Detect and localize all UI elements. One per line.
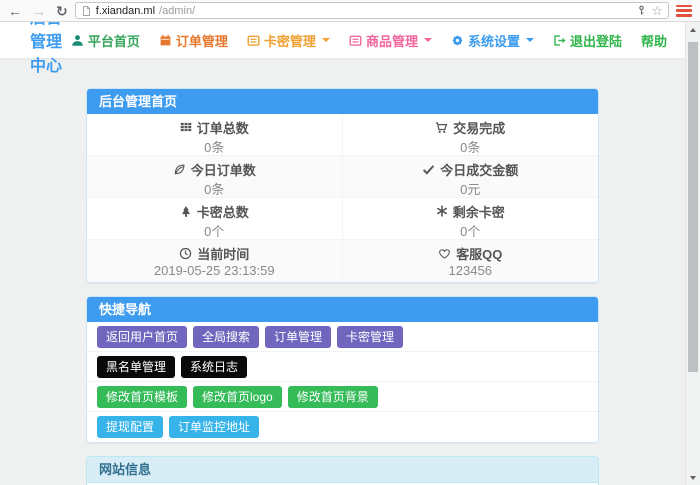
sign-out-icon <box>553 34 566 47</box>
quick-nav-panel-title: 快捷导航 <box>87 297 598 322</box>
url-path: /admin/ <box>159 5 195 17</box>
reload-icon[interactable]: ↻ <box>53 4 71 18</box>
chevron-down-icon <box>424 38 432 42</box>
stat-today-amount: 今日成交金额 0元 <box>343 156 599 198</box>
heart-icon <box>438 247 451 260</box>
stat-service-qq: 客服QQ 123456 <box>343 240 599 282</box>
chevron-down-icon <box>322 38 330 42</box>
brand-title: 后台管理中心 <box>30 22 71 76</box>
stat-current-time: 当前时间 2019-05-25 23:13:59 <box>87 240 343 282</box>
nav-item-platform-home[interactable]: 平台首页 <box>71 31 140 50</box>
forward-icon[interactable]: → <box>29 4 49 18</box>
card-management-button[interactable]: 卡密管理 <box>337 326 403 348</box>
site-info-panel: 网站信息 <box>86 456 599 485</box>
quick-nav-row-cyan: 提现配置 订单监控地址 <box>87 412 598 442</box>
page-viewport: 后台管理中心 平台首页 订单管理 卡密管理 <box>0 22 685 485</box>
main-navigation: 平台首页 订单管理 卡密管理 商品管理 <box>71 31 667 50</box>
cart-icon <box>435 121 448 134</box>
withdraw-config-button[interactable]: 提现配置 <box>97 416 163 438</box>
global-search-button[interactable]: 全局搜索 <box>193 326 259 348</box>
nav-item-card-management[interactable]: 卡密管理 <box>247 31 330 50</box>
dashboard-panel-title: 后台管理首页 <box>87 89 598 114</box>
dashboard-panel: 后台管理首页 订单总数 0条 交易完成 0条 今日订单数 0条 今日成交金额 0… <box>86 88 599 283</box>
scrollbar-thumb[interactable] <box>688 42 698 372</box>
nav-item-system-settings[interactable]: 系统设置 <box>451 31 534 50</box>
quick-nav-row-black: 黑名单管理 系统日志 <box>87 352 598 382</box>
quick-nav-row-purple: 返回用户首页 全局搜索 订单管理 卡密管理 <box>87 322 598 352</box>
gear-icon <box>451 34 464 47</box>
edit-home-logo-button[interactable]: 修改首页logo <box>193 386 282 408</box>
blacklist-management-button[interactable]: 黑名单管理 <box>97 356 175 378</box>
quick-nav-panel: 快捷导航 返回用户首页 全局搜索 订单管理 卡密管理 黑名单管理 系统日志 修改… <box>86 296 599 443</box>
admin-navbar: 后台管理中心 平台首页 订单管理 卡密管理 <box>0 22 685 58</box>
card-list-icon <box>247 34 260 47</box>
browser-toolbar: ← → ↻ f.xiandan.ml/admin/ ☆ <box>0 0 700 22</box>
browser-menu-icon[interactable] <box>676 5 692 17</box>
site-info-panel-title: 网站信息 <box>87 457 598 483</box>
calendar-icon <box>159 34 172 47</box>
tree-icon <box>180 205 192 218</box>
key-icon[interactable] <box>636 4 647 17</box>
scroll-up-button[interactable] <box>686 22 700 37</box>
grid-icon <box>180 121 192 133</box>
chevron-down-icon <box>526 38 534 42</box>
nav-item-product-management[interactable]: 商品管理 <box>349 31 432 50</box>
nav-item-help[interactable]: 帮助 <box>641 31 667 50</box>
arrow-up-icon <box>690 28 696 32</box>
scroll-down-button[interactable] <box>686 470 700 485</box>
asterisk-icon <box>436 205 448 217</box>
vertical-scrollbar <box>685 22 700 485</box>
system-log-button[interactable]: 系统日志 <box>181 356 247 378</box>
stat-completed-trades: 交易完成 0条 <box>343 114 599 156</box>
stats-table: 订单总数 0条 交易完成 0条 今日订单数 0条 今日成交金额 0元 卡密总数 <box>87 114 598 282</box>
arrow-down-icon <box>690 476 696 480</box>
url-host: f.xiandan.ml <box>96 5 155 17</box>
clock-icon <box>179 247 192 260</box>
order-management-button[interactable]: 订单管理 <box>265 326 331 348</box>
content-container: 后台管理首页 订单总数 0条 交易完成 0条 今日订单数 0条 今日成交金额 0… <box>86 88 599 485</box>
card-list-icon <box>349 34 362 47</box>
stat-total-orders: 订单总数 0条 <box>87 114 343 156</box>
edit-home-template-button[interactable]: 修改首页模板 <box>97 386 187 408</box>
order-monitor-url-button[interactable]: 订单监控地址 <box>169 416 259 438</box>
quick-nav-row-green: 修改首页模板 修改首页logo 修改首页背景 <box>87 382 598 412</box>
leaf-icon <box>173 163 186 176</box>
page-document-icon <box>81 5 92 17</box>
address-bar[interactable]: f.xiandan.ml/admin/ ☆ <box>75 2 669 19</box>
edit-home-background-button[interactable]: 修改首页背景 <box>288 386 378 408</box>
stat-today-orders: 今日订单数 0条 <box>87 156 343 198</box>
user-home-button[interactable]: 返回用户首页 <box>97 326 187 348</box>
bookmark-star-icon[interactable]: ☆ <box>651 4 663 17</box>
user-icon <box>71 34 84 47</box>
back-icon[interactable]: ← <box>5 4 25 18</box>
check-icon <box>422 163 435 176</box>
stat-total-cards: 卡密总数 0个 <box>87 198 343 240</box>
stat-remaining-cards: 剩余卡密 0个 <box>343 198 599 240</box>
nav-item-order-management[interactable]: 订单管理 <box>159 31 228 50</box>
nav-item-logout[interactable]: 退出登陆 <box>553 31 622 50</box>
